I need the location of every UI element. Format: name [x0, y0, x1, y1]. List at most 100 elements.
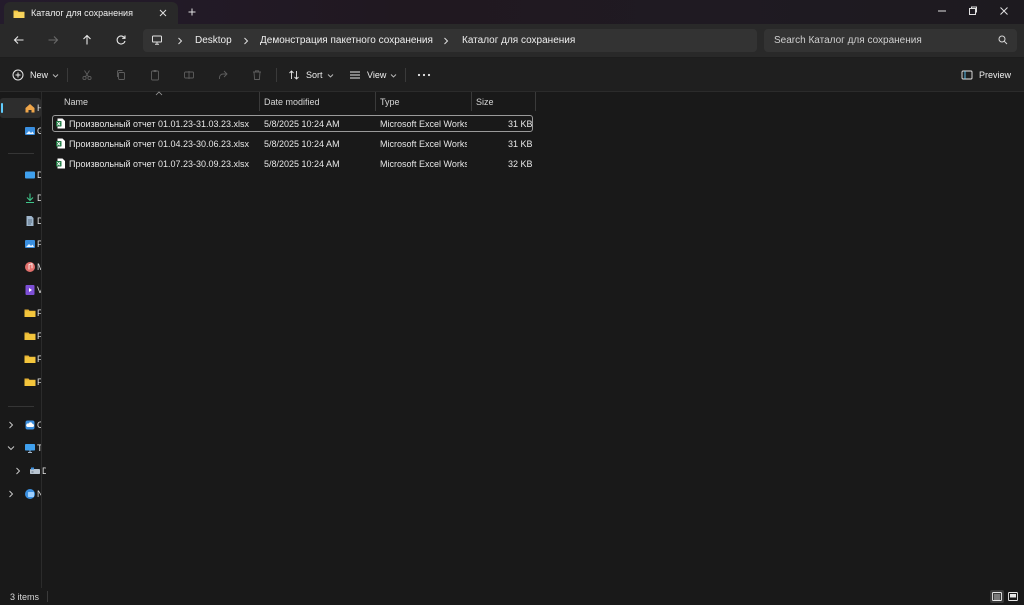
column-header-date[interactable]: Date modified	[259, 92, 375, 111]
nav-item-label: Desktop	[37, 170, 41, 180]
table-row[interactable]: Произвольный отчет 01.07.23-30.09.23.xls…	[52, 155, 533, 172]
file-name: Произвольный отчет 01.01.23-31.03.23.xls…	[69, 119, 250, 129]
chevron-down-icon	[390, 72, 397, 79]
refresh-icon[interactable]	[115, 34, 127, 46]
command-bar: New Sort View Preview	[0, 58, 1024, 92]
file-type: Microsoft Excel Worksheet	[380, 119, 467, 129]
details-view-icon[interactable]	[990, 590, 1004, 603]
toolbar-divider	[67, 68, 68, 82]
restore-icon[interactable]	[967, 4, 979, 18]
nav-item-folder-3[interactable]: Folder	[0, 349, 41, 369]
nav-item-label: Gallery	[37, 126, 41, 136]
paste-button[interactable]	[149, 58, 161, 92]
cloud-icon	[24, 419, 36, 431]
chevron-down-icon	[327, 72, 334, 79]
forward-arrow-icon[interactable]	[47, 34, 59, 46]
up-arrow-icon[interactable]	[81, 34, 93, 46]
chevron-right-icon[interactable]	[7, 490, 15, 498]
window-tab[interactable]: Каталог для сохранения	[4, 2, 178, 24]
sort-button[interactable]: Sort	[288, 58, 334, 92]
back-arrow-icon[interactable]	[13, 34, 25, 46]
chevron-right-icon[interactable]	[240, 35, 252, 47]
nav-item-label: Network	[37, 489, 41, 499]
search-icon[interactable]	[998, 35, 1008, 45]
address-toolbar: Desktop Демонстрация пакетного сохранени…	[0, 24, 1024, 58]
nav-item-this-pc[interactable]: This PC	[0, 438, 41, 458]
folder-icon	[24, 330, 36, 342]
nav-item-home[interactable]: Home	[0, 98, 41, 118]
chevron-right-icon[interactable]	[440, 35, 452, 47]
address-bar[interactable]: Desktop Демонстрация пакетного сохранени…	[143, 29, 757, 52]
breadcrumb-current-folder[interactable]: Каталог для сохранения	[462, 35, 575, 46]
breadcrumb-desktop[interactable]: Desktop	[195, 35, 232, 46]
nav-item-label: Folder	[37, 377, 41, 387]
column-header-size[interactable]: Size	[471, 92, 535, 111]
nav-item-downloads[interactable]: Downloads	[0, 188, 41, 208]
preview-label: Preview	[979, 70, 1012, 80]
chevron-right-icon[interactable]	[174, 35, 186, 47]
nav-item-folder-2[interactable]: Folder	[0, 326, 41, 346]
nav-item-drive[interactable]: Drive	[0, 461, 46, 481]
downloads-icon	[24, 192, 36, 204]
nav-item-documents[interactable]: Documents	[0, 211, 41, 231]
rename-button[interactable]	[183, 58, 195, 92]
table-row[interactable]: Произвольный отчет 01.04.23-30.06.23.xls…	[52, 135, 533, 152]
nav-item-music[interactable]: Music	[0, 257, 41, 277]
preview-pane-icon	[961, 69, 973, 81]
more-dots-icon	[417, 69, 431, 81]
column-header-type[interactable]: Type	[375, 92, 471, 111]
folder-icon	[24, 353, 36, 365]
view-label: View	[367, 70, 387, 80]
chevron-down-icon[interactable]	[7, 444, 15, 452]
cut-button[interactable]	[81, 58, 93, 92]
nav-item-desktop[interactable]: Desktop	[0, 165, 41, 185]
file-date-modified: 5/8/2025 10:24 AM	[264, 139, 340, 149]
nav-item-pictures[interactable]: Pictures	[0, 234, 41, 254]
item-count: 3 items	[10, 592, 40, 602]
status-bar: 3 items	[0, 588, 1024, 605]
nav-item-videos[interactable]: Videos	[0, 280, 41, 300]
more-options-button[interactable]	[417, 58, 431, 92]
copy-button[interactable]	[115, 58, 127, 92]
view-button[interactable]: View	[349, 58, 397, 92]
share-icon	[217, 69, 229, 81]
view-list-icon	[349, 69, 361, 81]
rename-icon	[183, 69, 195, 81]
copy-icon	[115, 69, 127, 81]
search-input[interactable]	[764, 29, 994, 52]
nav-item-onedrive[interactable]: OneDrive	[0, 415, 41, 435]
column-divider[interactable]	[535, 92, 536, 111]
computer-icon	[24, 442, 36, 454]
nav-item-label: Documents	[37, 216, 41, 226]
nav-item-network[interactable]: Network	[0, 484, 41, 504]
new-tab-icon[interactable]	[186, 6, 198, 18]
nav-item-folder-1[interactable]: Folder	[0, 303, 41, 323]
excel-file-icon	[56, 158, 66, 169]
share-button[interactable]	[217, 58, 229, 92]
table-row[interactable]: Произвольный отчет 01.01.23-31.03.23.xls…	[52, 115, 533, 132]
close-window-icon[interactable]	[998, 4, 1010, 18]
new-button[interactable]: New	[12, 58, 59, 92]
excel-file-icon	[56, 118, 66, 129]
breadcrumb-demo-folder[interactable]: Демонстрация пакетного сохранения	[260, 35, 433, 46]
preview-button[interactable]: Preview	[961, 58, 1011, 92]
chevron-right-icon[interactable]	[14, 467, 22, 475]
chevron-right-icon[interactable]	[7, 421, 15, 429]
nav-item-label: This PC	[37, 443, 41, 453]
nav-item-label: Downloads	[37, 193, 41, 203]
close-tab-icon[interactable]	[157, 7, 169, 19]
search-box[interactable]	[764, 29, 1017, 52]
nav-item-gallery[interactable]: Gallery	[0, 121, 41, 141]
nav-item-label: Folder	[37, 331, 41, 341]
tiles-view-icon[interactable]	[1006, 590, 1020, 603]
minimize-icon[interactable]	[936, 4, 948, 18]
column-header-name[interactable]: Name	[59, 92, 259, 111]
nav-divider	[8, 153, 34, 154]
file-size: 31 KB	[508, 119, 533, 129]
file-date-modified: 5/8/2025 10:24 AM	[264, 119, 340, 129]
delete-button[interactable]	[251, 58, 263, 92]
toolbar-divider	[276, 68, 277, 82]
pictures-icon	[24, 238, 36, 250]
computer-icon	[151, 34, 163, 46]
nav-item-folder-4[interactable]: Folder	[0, 372, 41, 392]
